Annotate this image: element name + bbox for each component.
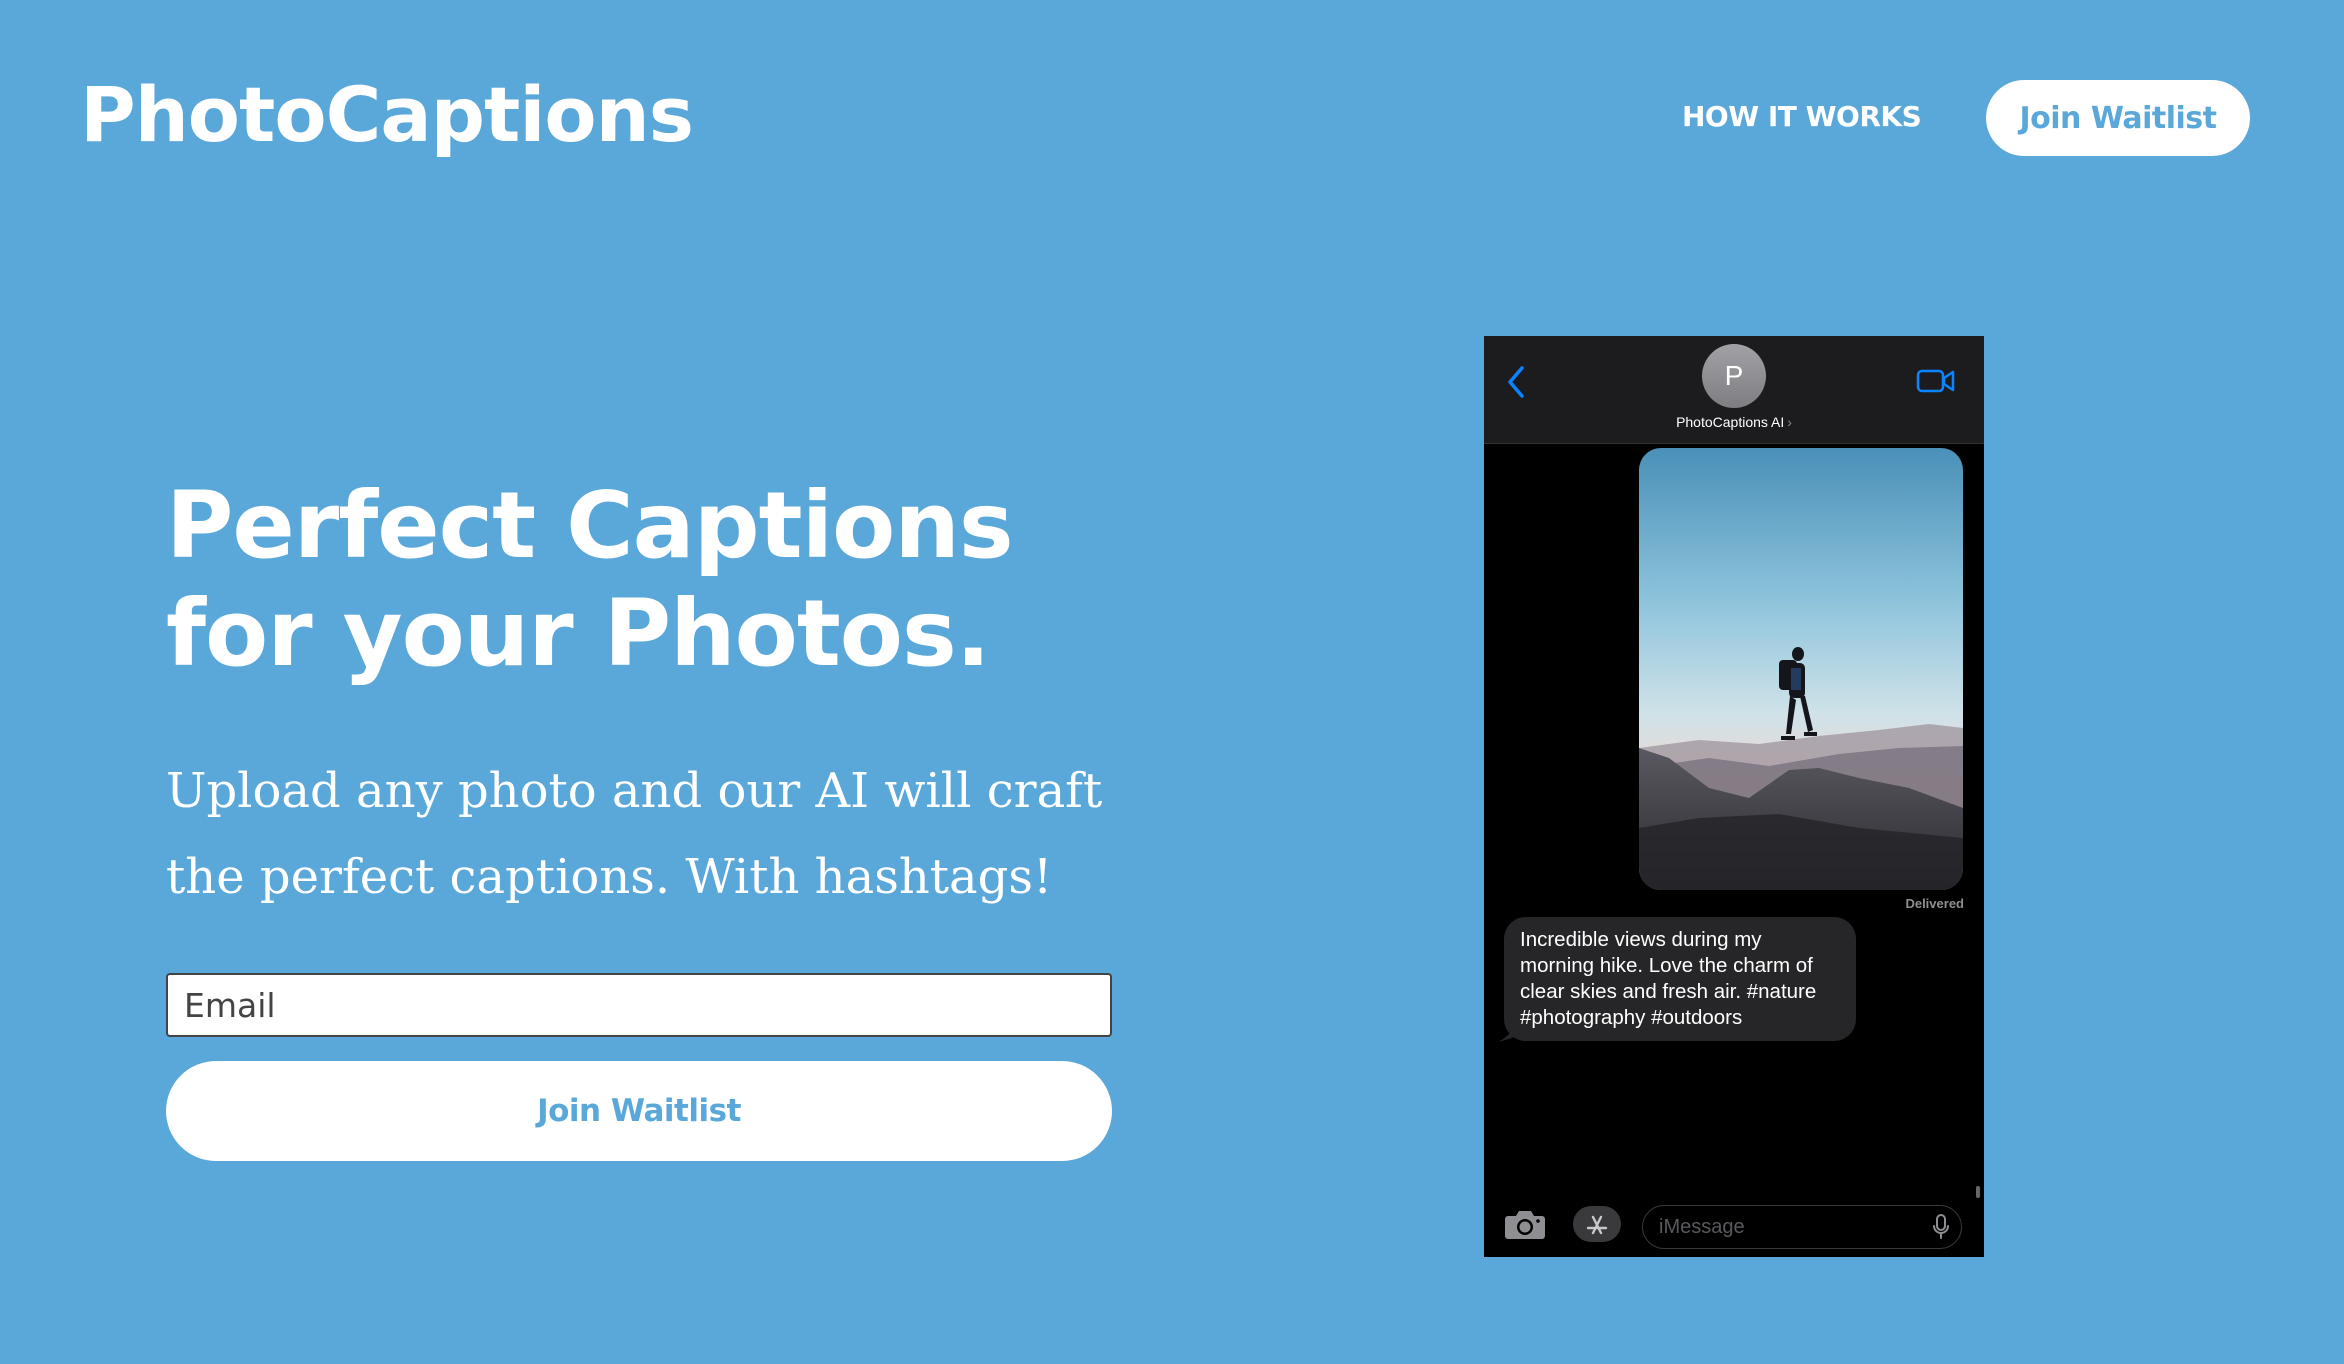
app-store-icon[interactable] bbox=[1573, 1206, 1621, 1242]
video-camera-icon[interactable] bbox=[1916, 366, 1956, 396]
nav-join-waitlist-button[interactable]: Join Waitlist bbox=[1986, 80, 2250, 156]
camera-icon[interactable] bbox=[1504, 1208, 1546, 1240]
brand-logo[interactable]: PhotoCaptions bbox=[80, 70, 694, 159]
subtext-line-1: Upload any photo and our AI will craft bbox=[166, 763, 1103, 819]
imessage-placeholder: iMessage bbox=[1659, 1215, 1745, 1238]
hero-subtext: Upload any photo and our AI will craft t… bbox=[166, 748, 1116, 920]
back-chevron-icon[interactable] bbox=[1504, 364, 1528, 400]
phone-mockup: P PhotoCaptions AI › Delivered Incredibl… bbox=[1484, 336, 1984, 1257]
contact-name[interactable]: PhotoCaptions AI › bbox=[1484, 414, 1984, 430]
microphone-icon[interactable] bbox=[1932, 1214, 1950, 1240]
photo-message[interactable] bbox=[1639, 448, 1963, 890]
headline-line-2: for your Photos. bbox=[166, 580, 991, 687]
hero-headline: Perfect Captions for your Photos. bbox=[166, 472, 1014, 688]
contact-name-text: PhotoCaptions AI bbox=[1676, 414, 1785, 430]
hiker-photo bbox=[1639, 448, 1963, 890]
scrollbar[interactable] bbox=[1976, 1186, 1980, 1198]
messages-header: P PhotoCaptions AI › bbox=[1484, 336, 1984, 444]
imessage-input[interactable]: iMessage bbox=[1642, 1205, 1962, 1249]
caption-reply-message[interactable]: Incredible views during my morning hike.… bbox=[1504, 917, 1856, 1041]
delivered-status: Delivered bbox=[1905, 896, 1964, 911]
subtext-line-2: the perfect captions. With hashtags! bbox=[166, 849, 1053, 905]
email-input[interactable] bbox=[166, 973, 1112, 1037]
nav-how-it-works-link[interactable]: HOW IT WORKS bbox=[1682, 100, 1922, 133]
join-waitlist-button[interactable]: Join Waitlist bbox=[166, 1061, 1112, 1161]
app-store-glyph-icon bbox=[1586, 1215, 1608, 1235]
headline-line-1: Perfect Captions bbox=[166, 472, 1014, 579]
chevron-right-icon: › bbox=[1787, 414, 1792, 430]
contact-avatar[interactable]: P bbox=[1702, 344, 1766, 408]
